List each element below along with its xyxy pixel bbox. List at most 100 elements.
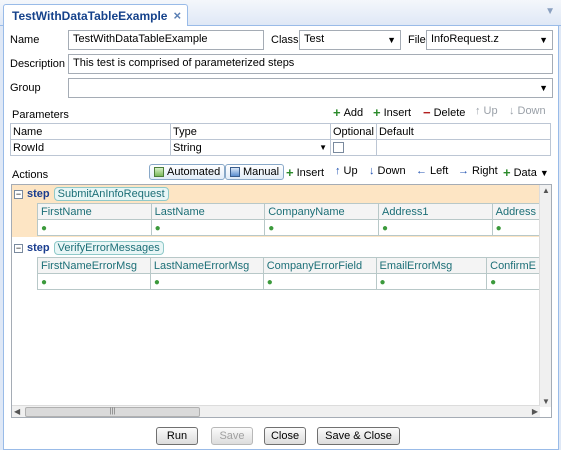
param-default-cell[interactable] (375, 139, 552, 156)
step-column-header[interactable]: Address1 (378, 203, 493, 220)
actions-section-title: Actions (12, 169, 49, 181)
group-select[interactable]: ▼ (68, 78, 553, 98)
action-left-button[interactable]: ← Left (416, 165, 448, 177)
name-input[interactable]: TestWithDataTableExample (68, 30, 264, 50)
horizontal-scroll-thumb[interactable]: ||| (25, 407, 200, 417)
actions-tree[interactable]: − step SubmitAnInfoRequest FirstName Las… (11, 184, 552, 418)
save-and-close-button[interactable]: Save & Close (317, 427, 400, 445)
parameters-section-title: Parameters (12, 109, 69, 121)
action-right-button[interactable]: → Right (458, 165, 498, 177)
tab-menu-chevron-icon[interactable]: ▼ (545, 6, 555, 17)
tab-test-with-data-table-example[interactable]: TestWithDataTableExample × (3, 4, 189, 26)
step-submit-an-info-request[interactable]: − step SubmitAnInfoRequest FirstName Las… (12, 185, 541, 237)
step-value-cell[interactable]: ● (37, 219, 152, 236)
step-column-header[interactable]: LastNameErrorMsg (149, 257, 264, 274)
param-delete-label: Delete (433, 106, 466, 119)
param-up-button[interactable]: ↑ Up (475, 105, 498, 117)
plus-icon: + (373, 105, 381, 120)
step-column-header[interactable]: CompanyName (264, 203, 380, 220)
step-column-header[interactable]: LastName (150, 203, 266, 220)
arrow-right-icon: → (458, 165, 469, 177)
step-column-header[interactable]: EmailErrorMsg (375, 257, 488, 274)
file-select[interactable]: InfoRequest.z ▼ (426, 30, 553, 50)
step-name[interactable]: VerifyErrorMessages (53, 241, 164, 255)
step-column-header[interactable]: ConfirmE (486, 257, 540, 274)
step-column-header[interactable]: FirstNameErrorMsg (37, 257, 151, 274)
param-up-label: Up (483, 105, 498, 117)
class-label: Class (271, 34, 299, 46)
param-down-button[interactable]: ↓ Down (509, 105, 546, 117)
action-data-menu-button[interactable]: + Data ▼ (503, 165, 549, 180)
action-right-label: Right (472, 165, 498, 177)
column-header-name[interactable]: Name (10, 123, 171, 140)
table-row[interactable]: ● ● ● ● ● (37, 219, 541, 236)
description-input[interactable]: This test is comprised of parameterized … (68, 54, 553, 74)
scroll-down-arrow-icon[interactable]: ▼ (542, 397, 550, 406)
collapse-toggle-icon[interactable]: − (14, 243, 23, 253)
step-value-cell[interactable]: ● (37, 273, 151, 290)
class-select[interactable]: Test ▼ (299, 30, 401, 50)
scroll-right-arrow-icon[interactable]: ▶ (532, 407, 538, 416)
action-data-label: Data (513, 166, 537, 179)
scroll-up-arrow-icon[interactable]: ▲ (542, 186, 550, 195)
save-button[interactable]: Save (211, 427, 253, 445)
step-value-cell[interactable]: ● (486, 273, 540, 290)
step-value-cell[interactable]: ● (150, 219, 266, 236)
step-value-cell[interactable]: ● (264, 219, 380, 236)
automated-icon (154, 167, 164, 177)
param-type-cell[interactable]: String ▼ (170, 139, 331, 156)
step-column-header[interactable]: FirstName (37, 203, 152, 220)
action-up-button[interactable]: ↑ Up (335, 165, 358, 177)
param-optional-cell (330, 139, 377, 156)
test-editor-panel: Name TestWithDataTableExample Class Test… (3, 26, 559, 450)
step-column-header[interactable]: CompanyErrorField (262, 257, 377, 274)
column-header-optional[interactable]: Optional (330, 123, 377, 140)
close-button[interactable]: Close (264, 427, 306, 445)
step-name[interactable]: SubmitAnInfoRequest (53, 187, 169, 201)
param-name-cell[interactable]: RowId (10, 139, 171, 156)
step-value-cell[interactable]: ● (262, 273, 377, 290)
optional-checkbox[interactable] (333, 142, 344, 154)
tab-close-icon[interactable]: × (173, 8, 181, 23)
parameters-table: Name Type Optional Default RowId String … (10, 123, 552, 156)
step-value-cell[interactable]: ● (491, 219, 541, 236)
arrow-up-icon: ↑ (335, 165, 341, 177)
plus-icon: + (286, 165, 294, 180)
chevron-down-icon: ▼ (539, 35, 548, 45)
automated-mode-button[interactable]: Automated (149, 164, 226, 180)
manual-mode-button[interactable]: Manual (225, 164, 285, 180)
param-type-value: String (173, 141, 202, 154)
step-value-cell[interactable]: ● (375, 273, 488, 290)
minus-icon: − (423, 105, 431, 120)
plus-icon: + (333, 105, 341, 120)
scroll-left-arrow-icon[interactable]: ◀ (14, 407, 20, 416)
bullet-icon: ● (266, 276, 273, 288)
column-header-type[interactable]: Type (170, 123, 331, 140)
action-up-label: Up (343, 165, 358, 177)
action-left-label: Left (430, 165, 449, 177)
manual-label: Manual (243, 166, 280, 178)
step-column-header[interactable]: Address (491, 203, 541, 220)
step-verify-error-messages[interactable]: − step VerifyErrorMessages FirstNameErro… (12, 239, 540, 291)
column-header-default[interactable]: Default (375, 123, 552, 140)
param-add-label: Add (343, 106, 364, 119)
collapse-toggle-icon[interactable]: − (14, 189, 23, 199)
action-down-button[interactable]: ↓ Down (369, 165, 406, 177)
group-label: Group (10, 82, 41, 94)
param-insert-button[interactable]: + Insert (373, 105, 411, 120)
vertical-scrollbar[interactable]: ▲ ▼ (539, 185, 551, 407)
param-delete-button[interactable]: − Delete (423, 105, 465, 120)
param-add-button[interactable]: + Add (333, 105, 363, 120)
step-value-cell[interactable]: ● (149, 273, 264, 290)
tab-title: TestWithDataTableExample (12, 8, 168, 23)
step-value-cell[interactable]: ● (378, 219, 493, 236)
arrow-left-icon: ← (416, 165, 427, 177)
name-label: Name (10, 34, 40, 46)
action-insert-button[interactable]: + Insert (286, 165, 324, 180)
run-button[interactable]: Run (156, 427, 198, 445)
horizontal-scrollbar[interactable]: ◀ ||| ▶ (12, 405, 540, 417)
step-header: − step SubmitAnInfoRequest (12, 185, 540, 203)
table-row[interactable]: ● ● ● ● ● (37, 273, 540, 290)
table-row[interactable]: RowId String ▼ (10, 139, 552, 156)
step-data-table: FirstNameErrorMsg LastNameErrorMsg Compa… (37, 257, 540, 290)
